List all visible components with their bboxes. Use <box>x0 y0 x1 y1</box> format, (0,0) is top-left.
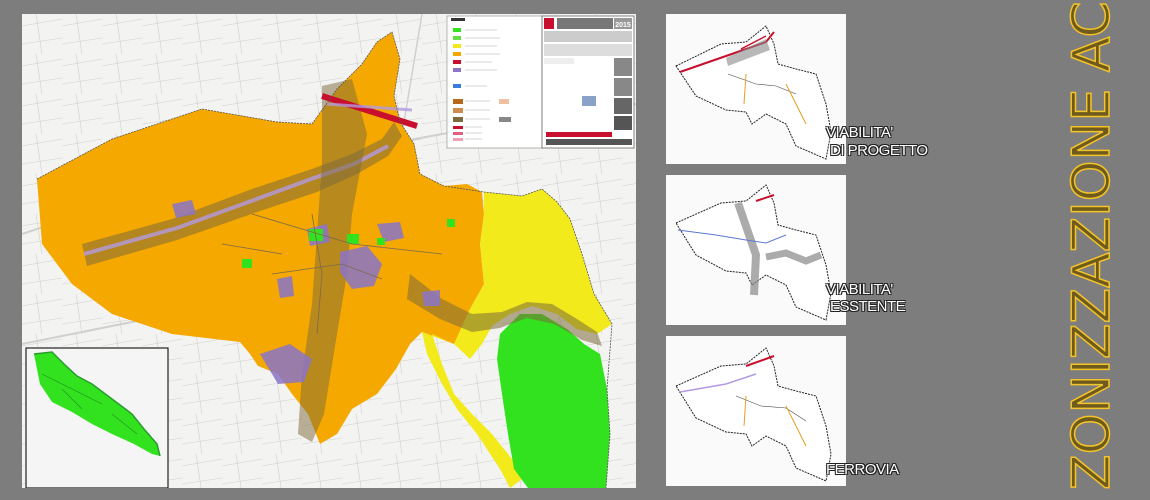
title-block-year: 2015 <box>615 22 631 29</box>
inset-map <box>25 347 169 488</box>
title-cartouche: 2015 <box>541 15 635 149</box>
acoustic-zoning-map: 2015 <box>22 14 636 488</box>
thumbnail-ferrovia[interactable] <box>666 336 846 486</box>
map-canvas: 2015 <box>22 14 636 488</box>
thumbnail-viabilita-progetto[interactable] <box>666 14 846 164</box>
thumbnail-2-caption-line2: ESSTENTE <box>830 298 906 315</box>
thumbnail-map-3 <box>675 347 832 482</box>
thumbnail-map-1 <box>675 25 832 160</box>
page-title: ZONIZZAZIONE ACUSTICA <box>1061 0 1123 491</box>
municipality-crest-icon <box>544 18 554 29</box>
thumbnail-1-caption-line1: VIABILITA' <box>826 124 893 141</box>
thumbnail-2-caption-line1: VIABILITA' <box>826 281 893 298</box>
map-legend <box>446 15 543 149</box>
thumbnail-viabilita-esistente[interactable] <box>666 175 846 325</box>
thumbnail-3-caption: FERROVIA <box>826 461 899 478</box>
thumbnail-1-caption-line2: DI PROGETTO <box>830 142 928 159</box>
thumbnail-map-2 <box>675 184 832 321</box>
